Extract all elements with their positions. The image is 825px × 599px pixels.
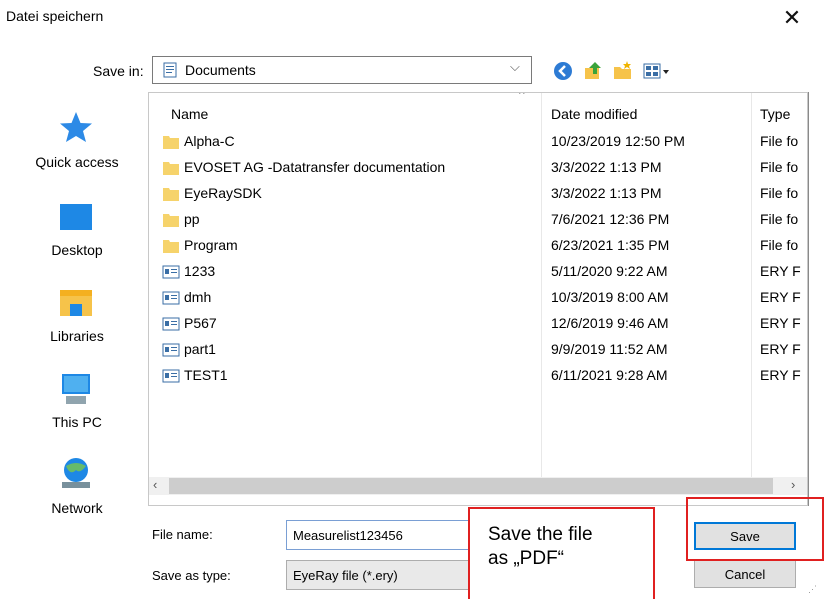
scroll-right-icon[interactable]: › <box>791 477 795 492</box>
dialog-title: Datei speichern <box>6 8 104 24</box>
folder-icon <box>163 136 179 149</box>
annotation-line-1: Save the file <box>488 524 593 545</box>
back-icon[interactable] <box>552 60 574 82</box>
desktop-icon <box>60 204 92 230</box>
annotation-line-2: as „PDF“ <box>488 548 564 569</box>
save-in-dropdown[interactable]: Documents ⌵ <box>152 56 532 84</box>
folder-row[interactable]: pp 7/6/2021 12:36 PM File fo <box>149 209 807 231</box>
folder-icon <box>163 214 179 227</box>
save-as-type-label: Save as type: <box>152 568 231 583</box>
ery-file-icon <box>162 265 180 279</box>
file-row[interactable]: part1 9/9/2019 11:52 AM ERY F <box>149 339 807 361</box>
date-modified-cell: 10/23/2019 12:50 PM <box>551 133 685 149</box>
close-icon[interactable]: ✕ <box>777 4 807 32</box>
file-name-cell: dmh <box>184 289 212 305</box>
file-row[interactable]: 1233 5/11/2020 9:22 AM ERY F <box>149 261 807 283</box>
new-folder-icon[interactable] <box>612 60 634 82</box>
type-cell: File fo <box>760 211 799 227</box>
file-row[interactable]: dmh 10/3/2019 8:00 AM ERY F <box>149 287 807 309</box>
type-cell: ERY F <box>760 263 801 279</box>
place-label: Libraries <box>50 328 104 344</box>
file-list[interactable]: ^ Name Date modified Type Alpha-C 10/23/2… <box>148 92 808 506</box>
file-row[interactable]: TEST1 6/11/2021 9:28 AM ERY F <box>149 365 807 387</box>
network-icon <box>62 458 90 488</box>
type-cell: ERY F <box>760 367 801 383</box>
scroll-left-icon[interactable]: ‹ <box>153 477 157 492</box>
file-name-cell: EyeRaySDK <box>184 185 262 201</box>
this-pc-icon <box>62 374 90 404</box>
column-header-date[interactable]: Date modified <box>551 106 637 122</box>
annotation-callout: Save the file as „PDF“ <box>468 507 655 599</box>
file-name-cell: Alpha-C <box>184 133 235 149</box>
date-modified-cell: 9/9/2019 11:52 AM <box>551 341 668 357</box>
date-modified-cell: 6/23/2021 1:35 PM <box>551 237 670 253</box>
file-name-input[interactable] <box>286 520 476 550</box>
ery-file-icon <box>162 317 180 331</box>
chevron-down-icon: ⌵ <box>510 59 520 74</box>
file-name-cell: TEST1 <box>184 367 228 383</box>
save-as-type-dropdown[interactable]: EyeRay file (*.ery) <box>286 560 476 590</box>
place-label: Network <box>51 500 103 516</box>
folder-icon <box>163 240 179 253</box>
folder-row[interactable]: Alpha-C 10/23/2019 12:50 PM File fo <box>149 131 807 153</box>
star-icon <box>60 112 92 142</box>
column-header-name[interactable]: Name <box>171 106 208 122</box>
place-quick-access[interactable]: Quick access <box>10 104 144 184</box>
date-modified-cell: 12/6/2019 9:46 AM <box>551 315 669 331</box>
documents-folder-icon <box>163 62 177 78</box>
type-cell: ERY F <box>760 341 801 357</box>
place-label: This PC <box>52 414 102 430</box>
date-modified-cell: 5/11/2020 9:22 AM <box>551 263 668 279</box>
file-row[interactable]: P567 12/6/2019 9:46 AM ERY F <box>149 313 807 335</box>
type-cell: ERY F <box>760 289 801 305</box>
date-modified-cell: 3/3/2022 1:13 PM <box>551 185 662 201</box>
save-in-label: Save in: <box>93 63 144 79</box>
column-header-type[interactable]: Type <box>760 106 790 122</box>
type-cell: ERY F <box>760 315 801 331</box>
save-as-type-value: EyeRay file (*.ery) <box>293 568 398 583</box>
view-menu-icon[interactable] <box>642 60 672 82</box>
up-folder-icon[interactable] <box>582 60 604 82</box>
folder-icon <box>163 162 179 175</box>
date-modified-cell: 3/3/2022 1:13 PM <box>551 159 662 175</box>
date-modified-cell: 6/11/2021 9:28 AM <box>551 367 668 383</box>
pane-border <box>808 92 809 506</box>
type-cell: File fo <box>760 159 799 175</box>
file-list-header: ^ Name Date modified Type <box>149 92 807 477</box>
file-name-cell: part1 <box>184 341 216 357</box>
type-cell: File fo <box>760 133 799 149</box>
place-label: Quick access <box>35 154 119 170</box>
file-name-cell: P567 <box>184 315 217 331</box>
place-this-pc[interactable]: This PC <box>10 364 144 444</box>
libraries-icon <box>60 290 92 316</box>
type-cell: File fo <box>760 237 799 253</box>
save-in-value: Documents <box>185 62 256 78</box>
ery-file-icon <box>162 291 180 305</box>
file-name-cell: EVOSET AG -Datatransfer documentation <box>184 159 446 175</box>
ery-file-icon <box>162 369 180 383</box>
folder-row[interactable]: EVOSET AG -Datatransfer documentation 3/3… <box>149 157 807 179</box>
folder-row[interactable]: Program 6/23/2021 1:35 PM File fo <box>149 235 807 257</box>
sort-ascending-icon: ^ <box>519 92 525 101</box>
resize-grip-icon[interactable]: ⋰ <box>808 584 817 595</box>
ery-file-icon <box>162 343 180 357</box>
folder-row[interactable]: EyeRaySDK 3/3/2022 1:13 PM File fo <box>149 183 807 205</box>
scrollbar-thumb[interactable] <box>169 478 773 494</box>
folder-icon <box>163 188 179 201</box>
places-bar: Quick access Desktop Libraries This PC N… <box>10 92 144 542</box>
place-network[interactable]: Network <box>10 450 144 530</box>
file-name-cell: pp <box>184 211 200 227</box>
place-libraries[interactable]: Libraries <box>10 278 144 358</box>
file-name-label: File name: <box>152 527 213 542</box>
date-modified-cell: 7/6/2021 12:36 PM <box>551 211 670 227</box>
horizontal-scrollbar[interactable]: ‹ › <box>149 477 807 495</box>
save-button-highlight <box>686 497 824 561</box>
file-name-cell: 1233 <box>184 263 216 279</box>
place-label: Desktop <box>51 242 103 258</box>
type-cell: File fo <box>760 185 799 201</box>
date-modified-cell: 10/3/2019 8:00 AM <box>551 289 669 305</box>
file-name-cell: Program <box>184 237 238 253</box>
place-desktop[interactable]: Desktop <box>10 192 144 272</box>
cancel-button[interactable]: Cancel <box>694 560 796 588</box>
